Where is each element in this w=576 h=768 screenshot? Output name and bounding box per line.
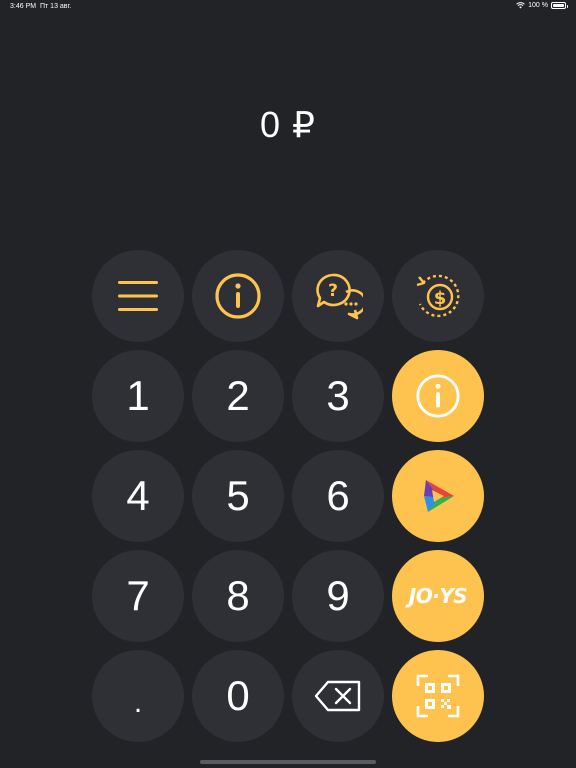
status-date: Пт 13 авг. xyxy=(40,3,72,10)
backspace-button[interactable] xyxy=(292,650,384,742)
play-logo-icon xyxy=(424,480,454,512)
qr-scan-button[interactable] xyxy=(392,650,484,742)
svg-text:$: $ xyxy=(434,288,447,309)
joys-button[interactable]: JO·YS xyxy=(392,550,484,642)
key-3[interactable]: 3 xyxy=(292,350,384,442)
key-1[interactable]: 1 xyxy=(92,350,184,442)
key-5[interactable]: 5 xyxy=(192,450,284,542)
key-2[interactable]: 2 xyxy=(192,350,284,442)
key-dot[interactable]: . xyxy=(92,650,184,742)
qr-code-icon xyxy=(416,674,460,718)
refund-button[interactable]: $ xyxy=(392,250,484,342)
play-service-button[interactable] xyxy=(392,450,484,542)
status-bar: 3:46 PM Пт 13 авг. 100 % xyxy=(0,0,576,14)
key-9[interactable]: 9 xyxy=(292,550,384,642)
info-icon xyxy=(215,273,261,319)
menu-icon xyxy=(118,281,158,311)
key-7[interactable]: 7 xyxy=(92,550,184,642)
info-action-button[interactable] xyxy=(392,350,484,442)
info-icon xyxy=(416,374,460,418)
wifi-icon xyxy=(516,2,525,9)
money-refund-icon: $ xyxy=(416,274,460,318)
key-0[interactable]: 0 xyxy=(192,650,284,742)
amount-display: 0 ₽ xyxy=(260,104,316,145)
support-button[interactable]: ? xyxy=(292,250,384,342)
key-8[interactable]: 8 xyxy=(192,550,284,642)
joys-logo: JO·YS xyxy=(408,584,468,608)
status-indicators: 100 % xyxy=(516,2,568,9)
home-indicator xyxy=(200,760,376,764)
key-4[interactable]: 4 xyxy=(92,450,184,542)
menu-button[interactable] xyxy=(92,250,184,342)
key-6[interactable]: 6 xyxy=(292,450,384,542)
battery-icon xyxy=(551,2,568,9)
status-time: 3:46 PM xyxy=(10,3,37,10)
backspace-icon xyxy=(314,680,361,712)
battery-percent: 100 % xyxy=(528,2,548,9)
info-button[interactable] xyxy=(192,250,284,342)
chat-question-icon: ? xyxy=(316,273,363,320)
svg-text:?: ? xyxy=(328,281,338,301)
